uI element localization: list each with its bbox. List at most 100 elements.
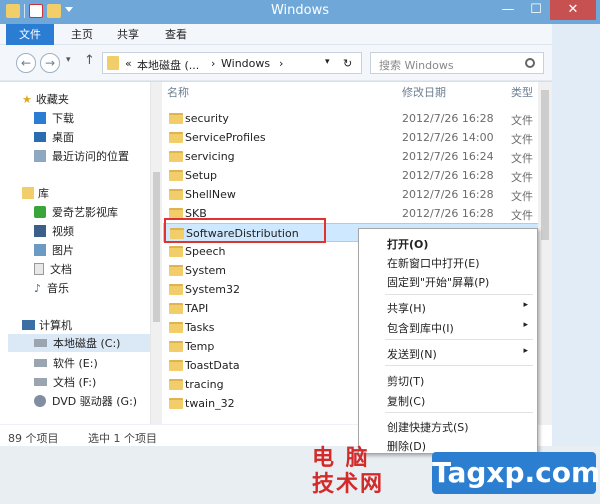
drive-icon — [34, 339, 47, 347]
menu-item-send-to[interactable]: 发送到(N) ▸ — [360, 343, 536, 362]
folder-icon — [169, 170, 183, 181]
selection-count: 选中 1 个项目 — [88, 432, 157, 445]
column-header-name[interactable]: 名称 — [167, 84, 189, 100]
refresh-button[interactable]: ↻ — [343, 57, 352, 70]
back-button[interactable]: ← — [16, 53, 36, 73]
menu-divider — [385, 294, 533, 295]
tab-share[interactable]: 共享 — [108, 24, 148, 45]
ribbon-tabs: 文件 主页 共享 查看 ⌄ ? — [0, 24, 600, 45]
table-row[interactable]: security 2012/7/26 16:28 文件 — [163, 109, 552, 128]
context-menu: 打开(O) 在新窗口中打开(E) 固定到"开始"屏幕(P) 共享(H) ▸ 包含到… — [358, 228, 538, 454]
menu-divider — [385, 412, 533, 413]
table-row[interactable]: Setup 2012/7/26 16:28 文件 — [163, 166, 552, 185]
nav-documents[interactable]: 文档 — [34, 260, 72, 278]
dvd-icon — [34, 395, 46, 407]
title-bar: Windows — ☐ ✕ — [0, 0, 600, 24]
menu-divider — [385, 339, 533, 340]
nav-music[interactable]: ♪ 音乐 — [34, 279, 69, 297]
folder-icon — [169, 151, 183, 162]
nav-dvd-g[interactable]: DVD 驱动器 (G:) — [34, 392, 137, 410]
video-icon — [34, 225, 46, 237]
nav-drive-f[interactable]: 文档 (F:) — [34, 373, 96, 391]
menu-item-copy[interactable]: 复制(C) — [360, 390, 536, 409]
watermark-text: 电 脑 技术网 — [312, 446, 385, 497]
nav-computer[interactable]: 计算机 — [22, 316, 72, 334]
library-icon — [22, 187, 34, 199]
nav-downloads[interactable]: 下载 — [34, 109, 74, 127]
minimize-button[interactable]: — — [494, 0, 522, 20]
breadcrumb-separator[interactable]: › — [211, 57, 215, 70]
file-scroll-thumb[interactable] — [541, 90, 549, 240]
folder-icon — [169, 322, 183, 333]
file-list-scrollbar[interactable] — [538, 82, 552, 424]
nav-desktop[interactable]: 桌面 — [34, 128, 74, 146]
menu-item-cut[interactable]: 剪切(T) — [360, 370, 536, 389]
address-bar[interactable]: « 本地磁盘 (... › Windows › ▾ ↻ — [102, 52, 362, 74]
folder-icon — [169, 189, 183, 200]
menu-divider — [385, 365, 533, 366]
folder-icon — [169, 341, 183, 352]
nav-videos[interactable]: 视频 — [34, 222, 74, 240]
breadcrumb-windows[interactable]: Windows — [221, 57, 270, 70]
navigation-pane: ★ 收藏夹 下载 桌面 最近访问的位置 库 爱奇艺影视库 视频 图片 文档 ♪ 音乐… — [0, 82, 150, 424]
window-frame-right — [552, 24, 600, 446]
watermark-site-logo: Tagxp.com — [432, 452, 600, 494]
document-icon — [34, 263, 44, 275]
submenu-arrow-icon: ▸ — [523, 320, 528, 330]
menu-item-share[interactable]: 共享(H) ▸ — [360, 297, 536, 316]
download-icon — [34, 112, 46, 124]
desktop-icon — [34, 132, 46, 142]
tab-file[interactable]: 文件 — [6, 24, 54, 45]
nav-local-disk-c[interactable]: 本地磁盘 (C:) — [8, 334, 150, 352]
table-row[interactable]: ShellNew 2012/7/26 16:28 文件 — [163, 185, 552, 204]
nav-favorites[interactable]: ★ 收藏夹 — [22, 90, 69, 108]
column-header-date[interactable]: 修改日期 — [402, 84, 446, 100]
address-overflow[interactable]: « — [125, 57, 132, 70]
folder-icon — [169, 113, 183, 124]
submenu-arrow-icon: ▸ — [523, 346, 528, 356]
menu-item-create-shortcut[interactable]: 创建快捷方式(S) — [360, 416, 536, 435]
navigation-bar: ← → ▾ ↑ « 本地磁盘 (... › Windows › ▾ ↻ 搜索 W… — [0, 45, 600, 81]
recent-locations-chevron-icon[interactable]: ▾ — [66, 55, 71, 65]
menu-item-pin-start[interactable]: 固定到"开始"屏幕(P) — [360, 271, 536, 290]
submenu-arrow-icon: ▸ — [523, 300, 528, 310]
tab-view[interactable]: 查看 — [156, 24, 196, 45]
menu-item-include-library[interactable]: 包含到库中(I) ▸ — [360, 317, 536, 336]
search-icon[interactable] — [525, 58, 535, 68]
menu-item-open-new-window[interactable]: 在新窗口中打开(E) — [360, 252, 536, 271]
drive-icon — [34, 378, 47, 386]
nav-drive-e[interactable]: 软件 (E:) — [34, 354, 98, 372]
folder-icon — [169, 246, 183, 257]
search-input[interactable]: 搜索 Windows — [379, 57, 454, 73]
close-button[interactable]: ✕ — [550, 0, 596, 20]
iqiyi-icon — [34, 206, 46, 218]
folder-icon — [169, 303, 183, 314]
computer-icon — [22, 320, 35, 330]
highlight-annotation-box — [164, 218, 326, 243]
nav-scroll-thumb[interactable] — [153, 172, 160, 322]
folder-icon — [169, 284, 183, 295]
nav-iqiyi[interactable]: 爱奇艺影视库 — [34, 203, 118, 221]
nav-recent[interactable]: 最近访问的位置 — [34, 147, 129, 165]
search-box[interactable]: 搜索 Windows — [370, 52, 544, 74]
nav-pane-scrollbar[interactable] — [150, 82, 162, 424]
star-icon: ★ — [22, 92, 32, 106]
table-row[interactable]: ServiceProfiles 2012/7/26 14:00 文件 — [163, 128, 552, 147]
folder-icon — [169, 265, 183, 276]
column-header-type[interactable]: 类型 — [511, 84, 533, 100]
nav-libraries[interactable]: 库 — [22, 184, 49, 202]
folder-icon — [169, 360, 183, 371]
maximize-button[interactable]: ☐ — [522, 0, 550, 20]
tab-home[interactable]: 主页 — [62, 24, 102, 45]
breadcrumb-local-disk[interactable]: 本地磁盘 (... — [137, 57, 199, 73]
table-row[interactable]: servicing 2012/7/26 16:24 文件 — [163, 147, 552, 166]
forward-button[interactable]: → — [40, 53, 60, 73]
address-dropdown-icon[interactable]: ▾ — [325, 57, 330, 67]
up-button[interactable]: ↑ — [84, 53, 95, 68]
folder-icon — [107, 56, 119, 70]
nav-pictures[interactable]: 图片 — [34, 241, 74, 259]
breadcrumb-separator[interactable]: › — [279, 57, 283, 70]
menu-item-open[interactable]: 打开(O) — [360, 233, 536, 252]
drive-icon — [34, 359, 47, 367]
music-icon: ♪ — [34, 281, 42, 295]
